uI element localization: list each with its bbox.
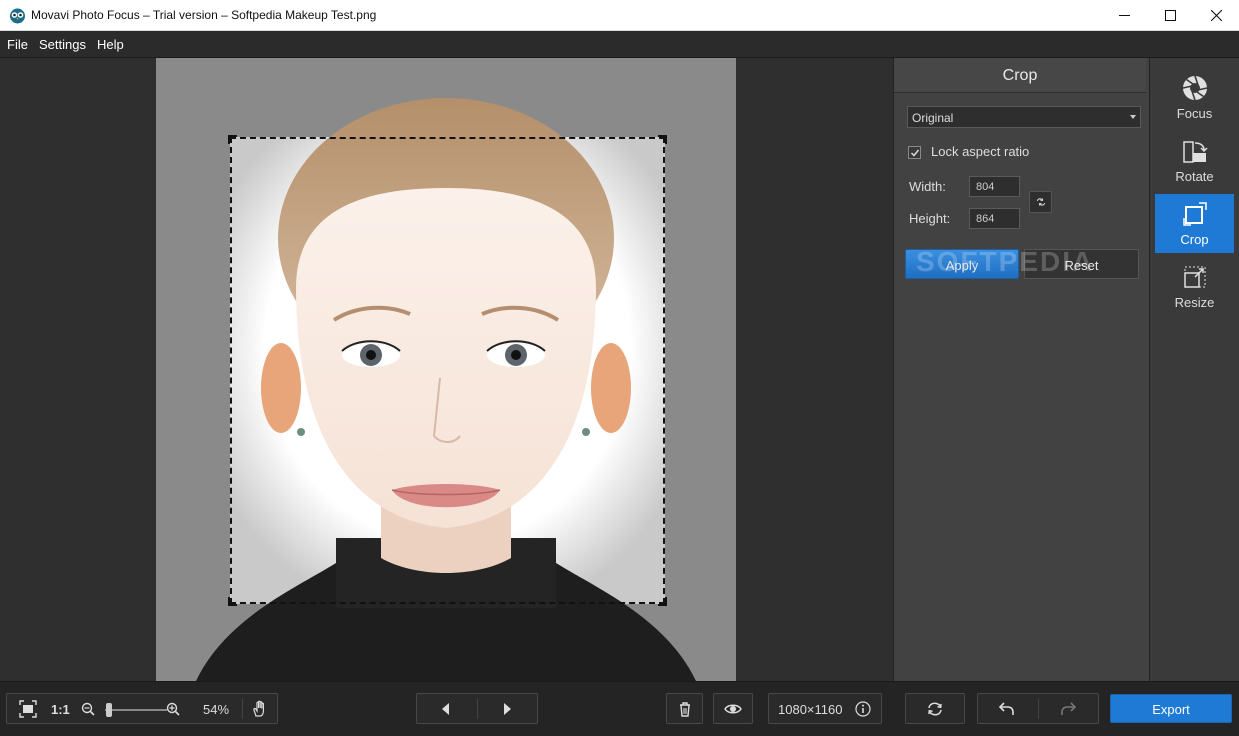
tool-resize-label: Resize [1174, 295, 1215, 310]
aperture-icon [1182, 75, 1208, 101]
separator [477, 699, 478, 719]
reset-all-button[interactable] [905, 693, 965, 724]
export-button[interactable]: Export [1110, 694, 1232, 723]
tool-focus-label: Focus [1176, 106, 1213, 121]
tool-rotate[interactable]: Rotate [1155, 131, 1234, 190]
window-title: Movavi Photo Focus – Trial version – Sof… [31, 8, 377, 22]
checkmark-icon [910, 149, 920, 157]
chevron-down-icon [1130, 115, 1136, 119]
zoom-in-icon[interactable] [166, 702, 180, 716]
lock-aspect-label[interactable]: Lock aspect ratio [931, 144, 1029, 159]
zoom-slider-track[interactable] [105, 709, 167, 711]
crop-icon [1183, 202, 1207, 226]
eye-icon [724, 704, 742, 714]
resize-icon [1184, 266, 1206, 288]
export-label: Export [1152, 702, 1190, 717]
fit-to-screen-icon[interactable] [19, 700, 37, 718]
separator [1038, 699, 1039, 719]
actual-size-button[interactable]: 1:1 [51, 702, 70, 717]
swap-arrows-icon [1036, 198, 1045, 206]
width-field[interactable]: 804 [969, 176, 1020, 197]
previous-image-icon[interactable] [437, 700, 455, 718]
height-value: 864 [976, 213, 995, 225]
height-field[interactable]: 864 [969, 208, 1020, 229]
width-label: Width: [909, 179, 946, 194]
crop-handle-bottom-right[interactable] [657, 596, 667, 606]
tool-crop-label: Crop [1180, 232, 1209, 247]
crop-handle-bottom-left[interactable] [228, 596, 238, 606]
crop-selection[interactable] [230, 137, 665, 604]
info-icon[interactable] [855, 701, 871, 717]
height-label: Height: [909, 211, 951, 226]
refresh-icon [928, 702, 942, 716]
softpedia-watermark: SOFTPEDIA [916, 246, 1095, 277]
next-image-icon[interactable] [498, 700, 516, 718]
menu-help[interactable]: Help [97, 37, 124, 52]
tool-rotate-label: Rotate [1175, 169, 1214, 184]
history-controls [977, 693, 1099, 724]
tool-crop[interactable]: Crop [1155, 194, 1234, 253]
undo-icon[interactable] [998, 700, 1016, 718]
menu-bar: File Settings Help [0, 31, 1239, 58]
minimize-button[interactable] [1101, 0, 1147, 31]
tool-resize[interactable]: Resize [1155, 257, 1234, 316]
rotate-icon [1183, 141, 1208, 163]
image-canvas[interactable] [0, 58, 893, 681]
delete-button[interactable] [666, 693, 703, 724]
zoom-out-icon[interactable] [81, 702, 95, 716]
image-size-info: 1080×1160 [768, 693, 882, 724]
menu-settings[interactable]: Settings [39, 37, 86, 52]
menu-file[interactable]: File [7, 37, 28, 52]
image-dimensions: 1080×1160 [778, 702, 843, 717]
zoom-slider-thumb[interactable] [106, 703, 112, 717]
width-value: 804 [976, 181, 995, 193]
redo-icon[interactable] [1059, 700, 1077, 718]
aspect-ratio-value: Original [912, 111, 954, 125]
crop-handle-top-left[interactable] [228, 135, 238, 145]
zoom-level: 54% [203, 702, 230, 717]
crop-panel: Crop Original Lock aspect ratio Width: 8… [893, 58, 1149, 681]
tool-strip: Focus Rotate Crop Resize [1149, 58, 1239, 681]
panel-header: Crop [894, 58, 1146, 93]
maximize-button[interactable] [1147, 0, 1193, 31]
minimize-icon [1118, 15, 1130, 16]
crop-handle-top-right[interactable] [657, 135, 667, 145]
panel-title: Crop [1002, 67, 1038, 84]
portrait-photo [156, 58, 736, 681]
preview-button[interactable] [713, 693, 753, 724]
zoom-controls: 1:1 54% [6, 693, 278, 724]
close-icon [1210, 10, 1222, 21]
separator [242, 699, 243, 719]
title-bar: Movavi Photo Focus – Trial version – Sof… [0, 0, 1239, 31]
aspect-ratio-select[interactable]: Original [907, 106, 1141, 128]
swap-dimensions-button[interactable] [1029, 191, 1052, 213]
close-button[interactable] [1193, 0, 1239, 31]
bottom-toolbar: 1:1 54% 1080×1160 Export [0, 681, 1239, 736]
app-owl-icon [10, 8, 25, 24]
tool-focus[interactable]: Focus [1155, 68, 1234, 127]
trash-icon [680, 702, 690, 717]
maximize-icon [1164, 10, 1176, 21]
hand-tool-icon[interactable] [251, 700, 269, 718]
navigation-controls [416, 693, 538, 724]
lock-aspect-checkbox[interactable] [908, 146, 921, 159]
